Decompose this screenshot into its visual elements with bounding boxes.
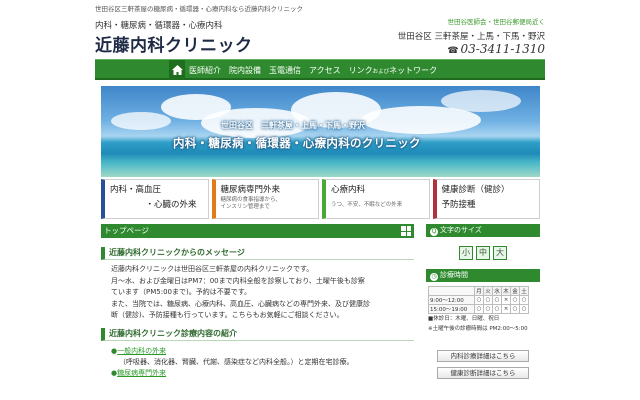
day-label: 火 bbox=[483, 286, 493, 296]
message-line: ています（PM5:00まで)。予約は不要です。 bbox=[111, 288, 252, 296]
hours-header-row: 月 火 水 木 金 土 bbox=[428, 286, 529, 296]
hours-mark: ○ bbox=[519, 304, 529, 314]
hours-mark: ○ bbox=[483, 295, 493, 305]
service-area: 世田谷区 三軒茶屋・上馬・下馬・野沢 bbox=[397, 32, 545, 42]
day-label: 水 bbox=[492, 286, 502, 296]
nav-item-access[interactable]: アクセス bbox=[309, 65, 341, 76]
feature-desc-line: インスリン管理まで bbox=[220, 203, 270, 210]
hours-table: 月 火 水 木 金 土 9:00～12:00 ○ ○ ○ × ○ ○ 15:00… bbox=[428, 286, 529, 314]
hours-mark: × bbox=[501, 295, 511, 305]
main-nav: 医師紹介 院内設備 玉電通信 アクセス リンクおよびネットワーク bbox=[95, 59, 545, 80]
hero-cloud bbox=[441, 90, 521, 112]
feature-checkup-button[interactable]: 健康診断（健診） 予防接種 bbox=[432, 179, 540, 219]
hours-mark: ○ bbox=[483, 304, 493, 314]
hero-cloud bbox=[111, 112, 171, 130]
service-list: ●一般内科の外来 （呼吸器、消化器、腎臓、代謝、感染症など内科全般。）と定期在宅… bbox=[101, 346, 414, 379]
font-size-header: Q 文字のサイズ bbox=[426, 224, 540, 237]
feature-title: 心療内科 bbox=[331, 185, 366, 195]
nav-links-suffix: ネットワーク bbox=[389, 65, 438, 75]
hours-header: ◷ 診療時間 bbox=[426, 269, 540, 282]
day-label: 月 bbox=[474, 286, 484, 296]
services-heading: 近藤内科クリニック診療内容の紹介 bbox=[101, 327, 414, 341]
nav-items: 医師紹介 院内設備 玉電通信 アクセス リンクおよびネットワーク bbox=[189, 60, 445, 80]
service-desc: （呼吸器、消化器、腎臓、代謝、感染症など内科全般。）と定期在宅診療。 bbox=[119, 357, 354, 366]
service-link-general[interactable]: 一般内科の外来 bbox=[117, 347, 166, 355]
grid-icon[interactable] bbox=[401, 226, 411, 236]
day-label: 金 bbox=[510, 286, 520, 296]
feature-diabetes-button[interactable]: 糖尿病専門外来 糖尿病の食事指導から、 インスリン管理まで bbox=[211, 179, 319, 219]
section-title: トップページ bbox=[104, 226, 149, 235]
section-header: トップページ bbox=[101, 224, 414, 238]
nav-links-small: および bbox=[372, 68, 390, 75]
hours-time: 15:00～19:00 bbox=[428, 304, 475, 314]
font-size-large-button[interactable]: 大 bbox=[493, 246, 507, 260]
day-label: 木 bbox=[501, 286, 511, 296]
message-body: 近藤内科クリニックは世田谷区三軒茶屋の内科クリニックです。 月～水、および金曜日… bbox=[101, 264, 414, 322]
hours-mark: ○ bbox=[510, 304, 520, 314]
hours-mark: ○ bbox=[492, 304, 502, 314]
hero-title: 内科・糖尿病・循環器・心療内科のクリニック bbox=[173, 136, 421, 150]
main-content: トップページ 近藤内科クリニックからのメッセージ 近藤内科クリニックは世田谷区三… bbox=[101, 224, 414, 400]
feature-title-2: 予防接種 bbox=[441, 200, 476, 210]
phone-text: 03-3411-1310 bbox=[460, 42, 545, 56]
nav-links-label: リンク bbox=[348, 65, 373, 75]
message-line: 近藤内科クリニックは世田谷区三軒茶屋の内科クリニックです。 bbox=[111, 265, 314, 273]
clinic-logo[interactable]: 近藤内科クリニック bbox=[95, 31, 253, 56]
feature-buttons: 内科・高血圧 ・心臓の外来 糖尿病専門外来 糖尿病の食事指導から、 インスリン管理… bbox=[101, 179, 540, 219]
hours-mark: ○ bbox=[492, 295, 502, 305]
location-badge: 世田谷医師会・世田谷郵便局近く bbox=[447, 18, 546, 26]
hours-mark: ○ bbox=[519, 295, 529, 305]
feature-desc: うつ、不安、不眠などの外来 bbox=[331, 202, 403, 208]
hours-row: 15:00～19:00 ○ ○ ○ × ○ ○ bbox=[428, 304, 529, 314]
hours-mark: ○ bbox=[474, 304, 484, 314]
message-line: 月～水、および金曜日はPM7：00まで内科全般を診察しており、土曜午後も診察 bbox=[111, 276, 365, 285]
hours-mark: ○ bbox=[474, 295, 484, 305]
message-heading: 近藤内科クリニックからのメッセージ bbox=[101, 247, 414, 260]
phone-number: ☎ 03-3411-1310 bbox=[398, 42, 545, 56]
closed-days-note: ■休診日：木曜、日曜、祝日 bbox=[428, 316, 500, 322]
hero-banner: 世田谷区 三軒茶屋・上馬・下馬・野沢 内科・糖尿病・循環器・心療内科のクリニック bbox=[101, 86, 540, 177]
nav-item-facilities[interactable]: 院内設備 bbox=[229, 65, 261, 76]
hours-mark: ○ bbox=[510, 295, 520, 305]
internal-medicine-details-button[interactable]: 内科診療詳細はこちら bbox=[437, 350, 529, 362]
service-link-diabetes[interactable]: 糖尿病専門外来 bbox=[117, 369, 166, 377]
feature-title-2: ・心臓の外来 bbox=[145, 200, 197, 210]
saturday-hours-note: ※土曜午後の診療時間は PM2:00～5:00 bbox=[428, 325, 528, 332]
phone-icon: ☎ bbox=[447, 46, 459, 56]
hours-time: 9:00～12:00 bbox=[428, 295, 475, 305]
clock-icon: ◷ bbox=[430, 273, 438, 281]
service-item: ●糖尿病専門外来 bbox=[111, 368, 414, 379]
health-checkup-details-button[interactable]: 健康診断詳細はこちら bbox=[437, 367, 529, 379]
hours-title: 診療時間 bbox=[440, 271, 468, 279]
feature-title: 糖尿病専門外来 bbox=[220, 185, 281, 195]
font-size-small-button[interactable]: 小 bbox=[459, 246, 473, 260]
nav-item-doctor[interactable]: 医師紹介 bbox=[189, 65, 221, 76]
font-size-title: 文字のサイズ bbox=[440, 226, 482, 234]
feature-title: 内科・高血圧 bbox=[110, 185, 162, 195]
font-size-controls: 小 中 大 bbox=[426, 237, 540, 269]
hours-corner bbox=[428, 286, 475, 296]
nav-item-links[interactable]: リンクおよびネットワーク bbox=[349, 65, 438, 76]
hours-mark: × bbox=[501, 304, 511, 314]
feature-desc: 糖尿病の食事指導から、 インスリン管理まで bbox=[221, 197, 314, 211]
header-contact: 世田谷医師会・世田谷郵便局近く 世田谷区 三軒茶屋・上馬・下馬・野沢 ☎ 03-3… bbox=[398, 16, 545, 56]
nav-item-newsletter[interactable]: 玉電通信 bbox=[269, 65, 301, 76]
sidebar: Q 文字のサイズ 小 中 大 ◷ 診療時間 月 火 水 木 金 土 9:00～12:… bbox=[426, 224, 540, 400]
message-line: 断（健診)、予防接種も行っています。こちらもお気軽にご相談ください。 bbox=[111, 311, 344, 319]
feature-desc-line: 糖尿病の食事指導から、 bbox=[220, 197, 282, 203]
header-tagline: 内科・糖尿病・循環器・心療内科 bbox=[95, 21, 223, 31]
search-icon: Q bbox=[430, 228, 438, 236]
header-topbar: 世田谷区三軒茶屋の糖尿病・循環器・心療内科なら近藤内科クリニック bbox=[95, 5, 303, 13]
font-size-medium-button[interactable]: 中 bbox=[476, 246, 490, 260]
feature-internal-medicine-button[interactable]: 内科・高血圧 ・心臓の外来 bbox=[101, 179, 209, 219]
hero-subtitle: 世田谷区 三軒茶屋・上馬・下馬・野沢 bbox=[221, 121, 365, 130]
feature-title: 健康診断（健診） bbox=[441, 185, 510, 195]
message-line: また、当院では、糖尿病、心療内科、高血圧、心臓病などの専門外来、及び健康診 bbox=[111, 299, 370, 308]
service-item: ●一般内科の外来 bbox=[111, 346, 414, 357]
hours-row: 9:00～12:00 ○ ○ ○ × ○ ○ bbox=[428, 295, 529, 305]
feature-psychosomatic-button[interactable]: 心療内科 うつ、不安、不眠などの外来 bbox=[322, 179, 430, 219]
home-icon[interactable] bbox=[169, 60, 185, 80]
page: 世田谷区三軒茶屋の糖尿病・循環器・心療内科なら近藤内科クリニック 内科・糖尿病・… bbox=[95, 0, 545, 400]
day-label: 土 bbox=[519, 286, 529, 296]
